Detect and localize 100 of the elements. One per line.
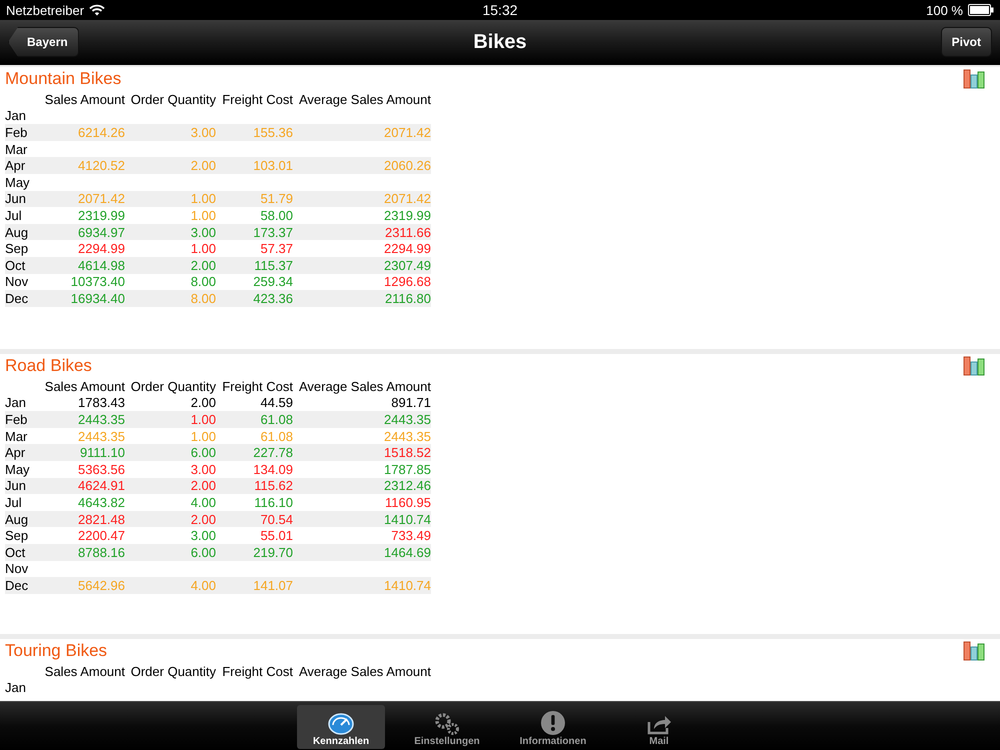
column-header: Sales Amount (44, 664, 125, 679)
bar-chart-icon[interactable] (963, 356, 985, 376)
table-cell-text: 1783.43 (77, 395, 125, 410)
month-label: Dec (5, 578, 30, 593)
tab[interactable]: Kennzahlen (297, 705, 385, 749)
table-cell-text: 155.36 (252, 124, 293, 140)
table-cell-text: 2307.49 (383, 258, 431, 273)
month-label: Sep (5, 528, 30, 544)
exclamation-icon (539, 710, 567, 736)
table-cell-text: 1160.95 (384, 494, 431, 510)
month-label: Nov (5, 561, 30, 576)
table-cell-text: 5642.96 (77, 578, 125, 593)
table-cell-text: 3.00 (190, 224, 216, 240)
table-cell-text: 8.00 (190, 290, 216, 306)
table-cell-text: 259.34 (252, 274, 293, 290)
column-header: Freight Cost (221, 92, 293, 107)
month-label: Apr (5, 158, 26, 174)
month-label: Apr (5, 445, 26, 460)
table-cell-text: 2060.26 (383, 158, 431, 174)
column-header: Average Sales Amount (298, 92, 431, 107)
table-cell-text: 44.59 (259, 395, 293, 410)
column-header: Freight Cost (221, 664, 293, 679)
month-label: Feb (5, 412, 28, 427)
table-cell-text: 2311.66 (384, 224, 431, 240)
table-cell-text: 8788.16 (77, 544, 125, 560)
table-cell-text: 2443.35 (383, 428, 431, 444)
table-cell-text: 423.36 (252, 290, 293, 306)
column-header: Order Quantity (130, 664, 216, 679)
month-label: Aug (5, 512, 30, 527)
column-header: Average Sales Amount (298, 664, 431, 679)
month-label: Mar (5, 428, 28, 444)
month-label: Mar (5, 142, 28, 157)
table-cell-text: 58.00 (259, 208, 293, 223)
table-cell-text: 16934.40 (70, 290, 125, 306)
table-cell-text: 219.70 (252, 544, 293, 560)
table-cell-text: 2071.42 (383, 191, 431, 206)
table-cell-text: 4.00 (190, 494, 216, 510)
table-cell-text: 1410.74 (383, 512, 431, 527)
table-cell-text: 173.37 (252, 224, 293, 240)
table-cell-text: 115.37 (253, 258, 293, 273)
column-header: Freight Cost (221, 378, 293, 394)
table-cell-text: 55.01 (259, 528, 293, 544)
table-cell-text: 1518.52 (383, 445, 431, 460)
table-cell-text: 3.00 (190, 528, 216, 544)
month-label: May (5, 174, 31, 190)
table-cell-text: 891.71 (390, 395, 431, 410)
tab[interactable]: Einstellungen (403, 705, 491, 749)
table-cell-text: 2821.48 (77, 512, 125, 527)
table-cell-text: 4643.82 (77, 494, 125, 510)
gears-icon (433, 712, 461, 736)
month-label: Sep (5, 241, 30, 256)
section-title: Touring Bikes (5, 641, 108, 661)
tab[interactable]: Informationen (509, 705, 597, 749)
table-cell-text: 61.08 (259, 428, 293, 444)
table-cell-text: 2319.99 (77, 208, 125, 223)
tab[interactable]: Mail (615, 705, 703, 749)
table-cell-text: 10373.40 (70, 274, 125, 290)
clock-time: 15:32 (482, 2, 518, 18)
table-cell-text: 70.54 (259, 512, 293, 527)
table-cell-text: 2.00 (190, 258, 216, 273)
table-cell-text: 51.79 (259, 191, 293, 206)
table-cell-text: 2312.46 (383, 478, 431, 494)
table-cell-text: 8.00 (190, 274, 216, 290)
month-label: Jun (5, 478, 27, 494)
month-label: Jan (5, 108, 27, 124)
table-cell-text: 2116.80 (384, 290, 431, 306)
table-cell-text: 6214.26 (77, 124, 125, 140)
pivot-button[interactable]: Pivot (940, 27, 992, 57)
table-cell-text: 733.49 (390, 528, 431, 544)
carrier-name: Netzbetreiber (6, 2, 84, 18)
table-cell-text: 2.00 (190, 395, 216, 410)
month-label: Oct (5, 544, 26, 560)
table-cell-text: 115.62 (253, 478, 293, 494)
table-cell-text: 2071.42 (383, 124, 431, 140)
table-cell-text: 1464.69 (383, 544, 431, 560)
table-cell-text: 1787.85 (383, 462, 431, 477)
table-cell-text: 1410.74 (383, 578, 431, 593)
section-title: Mountain Bikes (5, 69, 122, 89)
battery-percent: 100 % (926, 2, 963, 18)
table-cell-text: 2319.99 (383, 208, 431, 223)
month-label: Jun (5, 191, 27, 206)
table-cell-text: 3.00 (190, 124, 216, 140)
bar-chart-icon[interactable] (963, 641, 985, 661)
table-cell-text: 116.10 (253, 494, 293, 510)
table-cell-text: 3.00 (190, 462, 216, 477)
table-cell-text: 61.08 (259, 412, 293, 427)
table-cell-text: 6.00 (190, 445, 216, 460)
section-title: Road Bikes (5, 356, 92, 376)
table-cell-text: 1.00 (190, 241, 216, 256)
table-cell-text: 2443.35 (77, 412, 125, 427)
bar-chart-icon[interactable] (963, 69, 985, 89)
table-cell-text: 6.00 (190, 544, 216, 560)
table-cell-text: 2.00 (190, 478, 216, 494)
gauge-icon (327, 712, 355, 736)
month-label: Nov (5, 274, 30, 290)
table-cell-text: 9111.10 (78, 445, 125, 460)
back-button[interactable]: Bayern (8, 27, 79, 57)
table-cell-text: 2071.42 (77, 191, 125, 206)
table-cell-text: 1.00 (190, 191, 216, 206)
month-label: Jan (5, 395, 27, 410)
